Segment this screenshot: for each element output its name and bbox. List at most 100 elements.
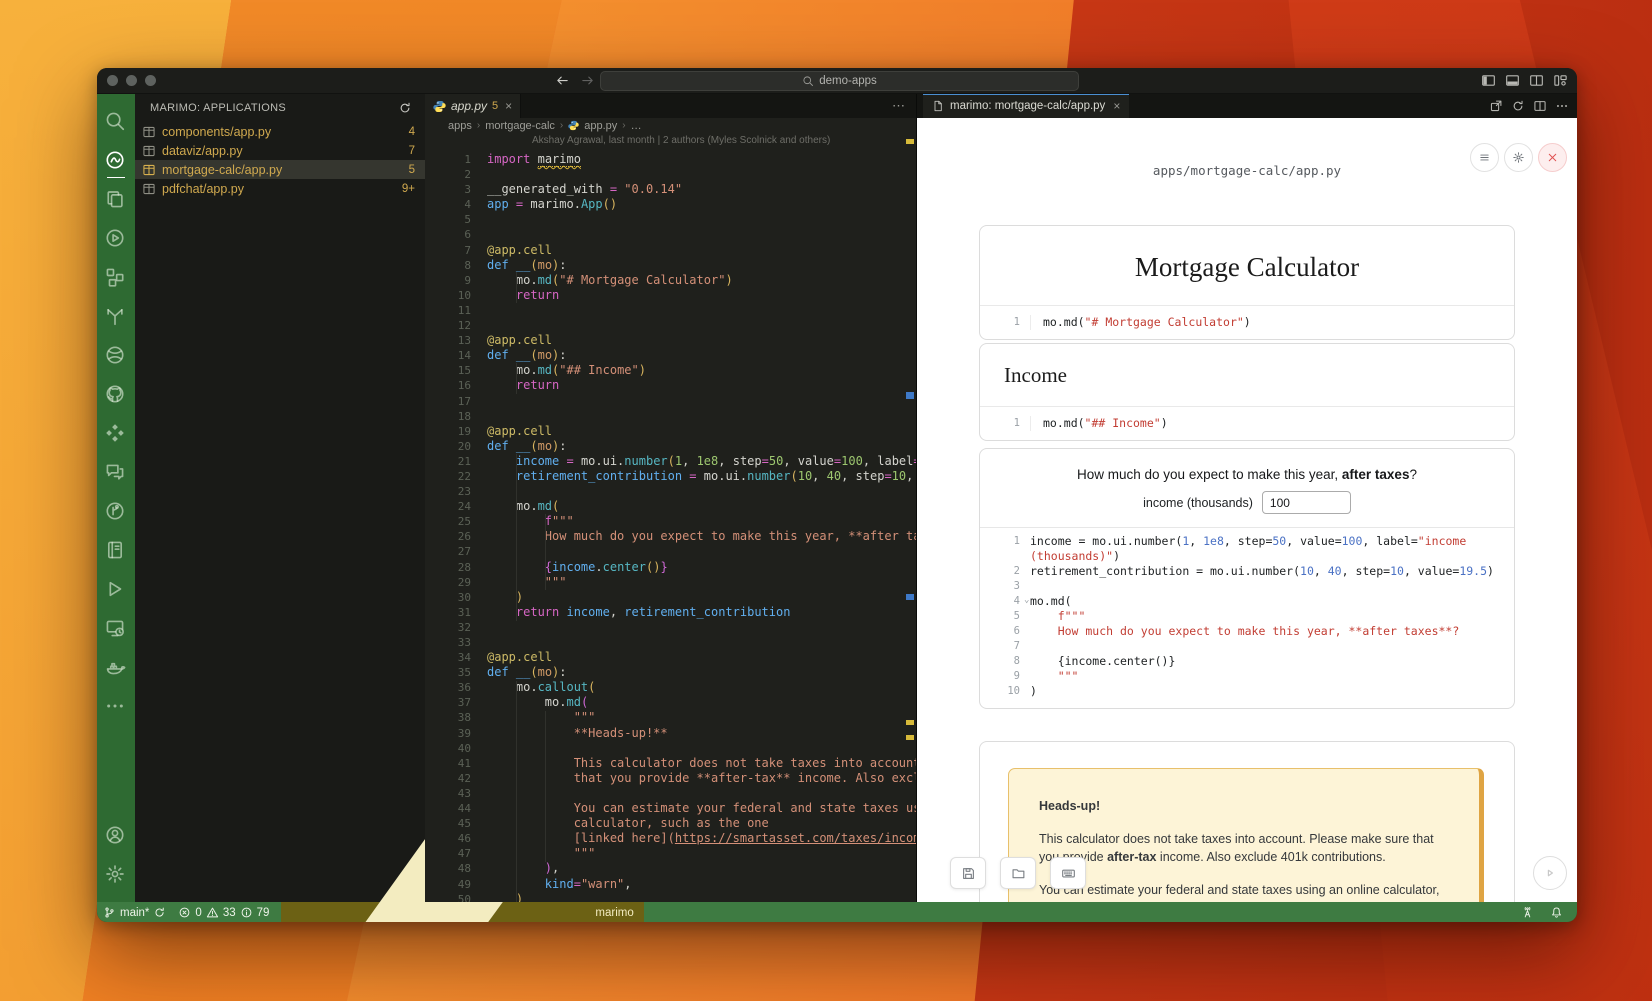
marimo-icon[interactable]	[104, 149, 128, 173]
code-line: 39 **Heads-up!**	[425, 726, 916, 741]
code-line: 8 {income.center()}	[994, 654, 1514, 669]
code-line: 2	[425, 167, 916, 182]
breadcrumb-item[interactable]: app.py	[584, 120, 617, 132]
more-icon[interactable]	[104, 695, 128, 719]
symbols-icon[interactable]	[104, 266, 128, 290]
sidebar-item[interactable]: dataviz/app.py7	[135, 141, 425, 160]
account-icon[interactable]	[104, 824, 128, 848]
breadcrumb-item[interactable]: …	[631, 120, 642, 132]
app-file-icon	[142, 182, 156, 196]
radio-tower-icon	[1521, 906, 1534, 919]
cell-code[interactable]: 1mo.md("## Income")	[980, 406, 1514, 440]
open-folder-button[interactable]	[1000, 857, 1036, 889]
history-back-icon[interactable]	[555, 73, 570, 88]
close-tab-icon[interactable]: ×	[1113, 99, 1120, 113]
breadcrumb[interactable]: apps› mortgage-calc› app.py› …	[425, 118, 916, 133]
split-editor-icon[interactable]	[1533, 99, 1547, 113]
search-icon[interactable]	[104, 110, 128, 134]
remote-explorer-icon[interactable]	[104, 617, 128, 641]
cell-code[interactable]: 1mo.md("# Mortgage Calculator")	[980, 305, 1514, 339]
debug-icon[interactable]	[104, 578, 128, 602]
ruler-warning-marker	[906, 139, 914, 144]
history-forward-icon[interactable]	[580, 73, 595, 88]
code-line: 37 mo.md(	[425, 695, 916, 710]
keyboard-shortcuts-button[interactable]	[1050, 857, 1086, 889]
code-line: 12	[425, 318, 916, 333]
sidebar-item-label: pdfchat/app.py	[162, 182, 402, 196]
ports-status[interactable]	[1515, 902, 1540, 922]
zoom-window-button[interactable]	[145, 75, 156, 86]
open-external-icon[interactable]	[1489, 99, 1503, 113]
cell-card-title: Mortgage Calculator 1mo.md("# Mortgage C…	[979, 225, 1515, 340]
code-line: 45 calculator, such as the one	[425, 816, 916, 831]
tab-marimo-webview[interactable]: marimo: mortgage-calc/app.py ×	[923, 94, 1129, 118]
problems-status[interactable]: 0 33 79	[172, 902, 275, 922]
sync-icon	[153, 906, 166, 919]
github-icon[interactable]	[104, 383, 128, 407]
git-branch-status[interactable]: main*	[97, 902, 172, 922]
save-button[interactable]	[950, 857, 986, 889]
docker-icon[interactable]	[104, 656, 128, 680]
tab-app-py[interactable]: app.py 5 ×	[425, 94, 521, 118]
notebook-icon[interactable]	[104, 539, 128, 563]
marimo-status-item[interactable]: marimo	[281, 902, 643, 922]
code-line: 2retirement_contribution = mo.ui.number(…	[994, 564, 1514, 579]
question-text: How much do you expect to make this year…	[980, 449, 1514, 482]
more-actions-icon[interactable]	[1555, 99, 1569, 113]
code-line: 4⌄mo.md(	[994, 594, 1514, 609]
code-line: 1mo.md("## Income")	[994, 416, 1514, 431]
toggle-secondary-sidebar-icon[interactable]	[1529, 73, 1544, 88]
code-line: 5	[425, 212, 916, 227]
sidebar-item[interactable]: components/app.py4	[135, 122, 425, 141]
cell-code[interactable]: 1income = mo.ui.number(1, 1e8, step=50, …	[980, 527, 1514, 699]
marimo-webview: apps/mortgage-calc/app.py Mortgage Calcu…	[917, 118, 1577, 902]
cell-count-badge: 9+	[402, 183, 415, 195]
sidebar-item[interactable]: pdfchat/app.py9+	[135, 179, 425, 198]
income-input[interactable]	[1262, 491, 1351, 514]
customize-layout-icon[interactable]	[1553, 73, 1568, 88]
python-icon	[568, 120, 579, 131]
sidebar-item-label: components/app.py	[162, 125, 409, 139]
code-line: 33	[425, 635, 916, 650]
breadcrumb-item[interactable]: mortgage-calc	[485, 120, 555, 132]
command-center-search[interactable]: demo-apps	[600, 71, 1079, 91]
toggle-sidebar-icon[interactable]	[1481, 73, 1496, 88]
code-line: 9 mo.md("# Mortgage Calculator")	[425, 273, 916, 288]
code-line: 4app = marimo.App()	[425, 197, 916, 212]
code-line: 9 """	[994, 669, 1514, 684]
code-line: 19@app.cell	[425, 424, 916, 439]
copy-icon[interactable]	[104, 188, 128, 212]
extensions-icon[interactable]	[104, 422, 128, 446]
test-run-icon[interactable]	[104, 227, 128, 251]
refresh-icon[interactable]	[1511, 99, 1525, 113]
run-app-button[interactable]	[1533, 856, 1567, 890]
cell-count-badge: 7	[409, 145, 415, 157]
toggle-panel-icon[interactable]	[1505, 73, 1520, 88]
code-editor[interactable]: 1import marimo23__generated_with = "0.0.…	[425, 148, 916, 902]
sphere-icon[interactable]	[104, 344, 128, 368]
sidebar-item[interactable]: mortgage-calc/app.py5	[135, 160, 425, 179]
fold-chevron-icon[interactable]: ⌄	[1024, 593, 1029, 608]
notifications-status[interactable]	[1544, 902, 1569, 922]
section-heading: Income	[980, 344, 1514, 406]
code-line: 34@app.cell	[425, 650, 916, 665]
cell-card-income: Income 1mo.md("## Income")	[979, 343, 1515, 441]
refresh-icon[interactable]	[398, 101, 412, 115]
minimize-window-button[interactable]	[126, 75, 137, 86]
breadcrumb-item[interactable]: apps	[448, 120, 472, 132]
branch-circle-icon[interactable]	[104, 500, 128, 524]
close-window-button[interactable]	[107, 75, 118, 86]
settings-icon[interactable]	[104, 863, 128, 887]
close-tab-icon[interactable]: ×	[505, 99, 512, 113]
code-line: 43	[425, 786, 916, 801]
comments-icon[interactable]	[104, 461, 128, 485]
terraform-icon[interactable]	[104, 305, 128, 329]
code-line: 10 return	[425, 288, 916, 303]
editor-actions-more-icon[interactable]: ⋯	[892, 94, 906, 118]
python-icon	[433, 100, 446, 113]
code-line: 49 kind="warn",	[425, 877, 916, 892]
code-line: 3__generated_with = "0.0.14"	[425, 182, 916, 197]
save-icon	[961, 866, 976, 881]
keyboard-icon	[1061, 866, 1076, 881]
code-line: 26 How much do you expect to make this y…	[425, 529, 916, 544]
